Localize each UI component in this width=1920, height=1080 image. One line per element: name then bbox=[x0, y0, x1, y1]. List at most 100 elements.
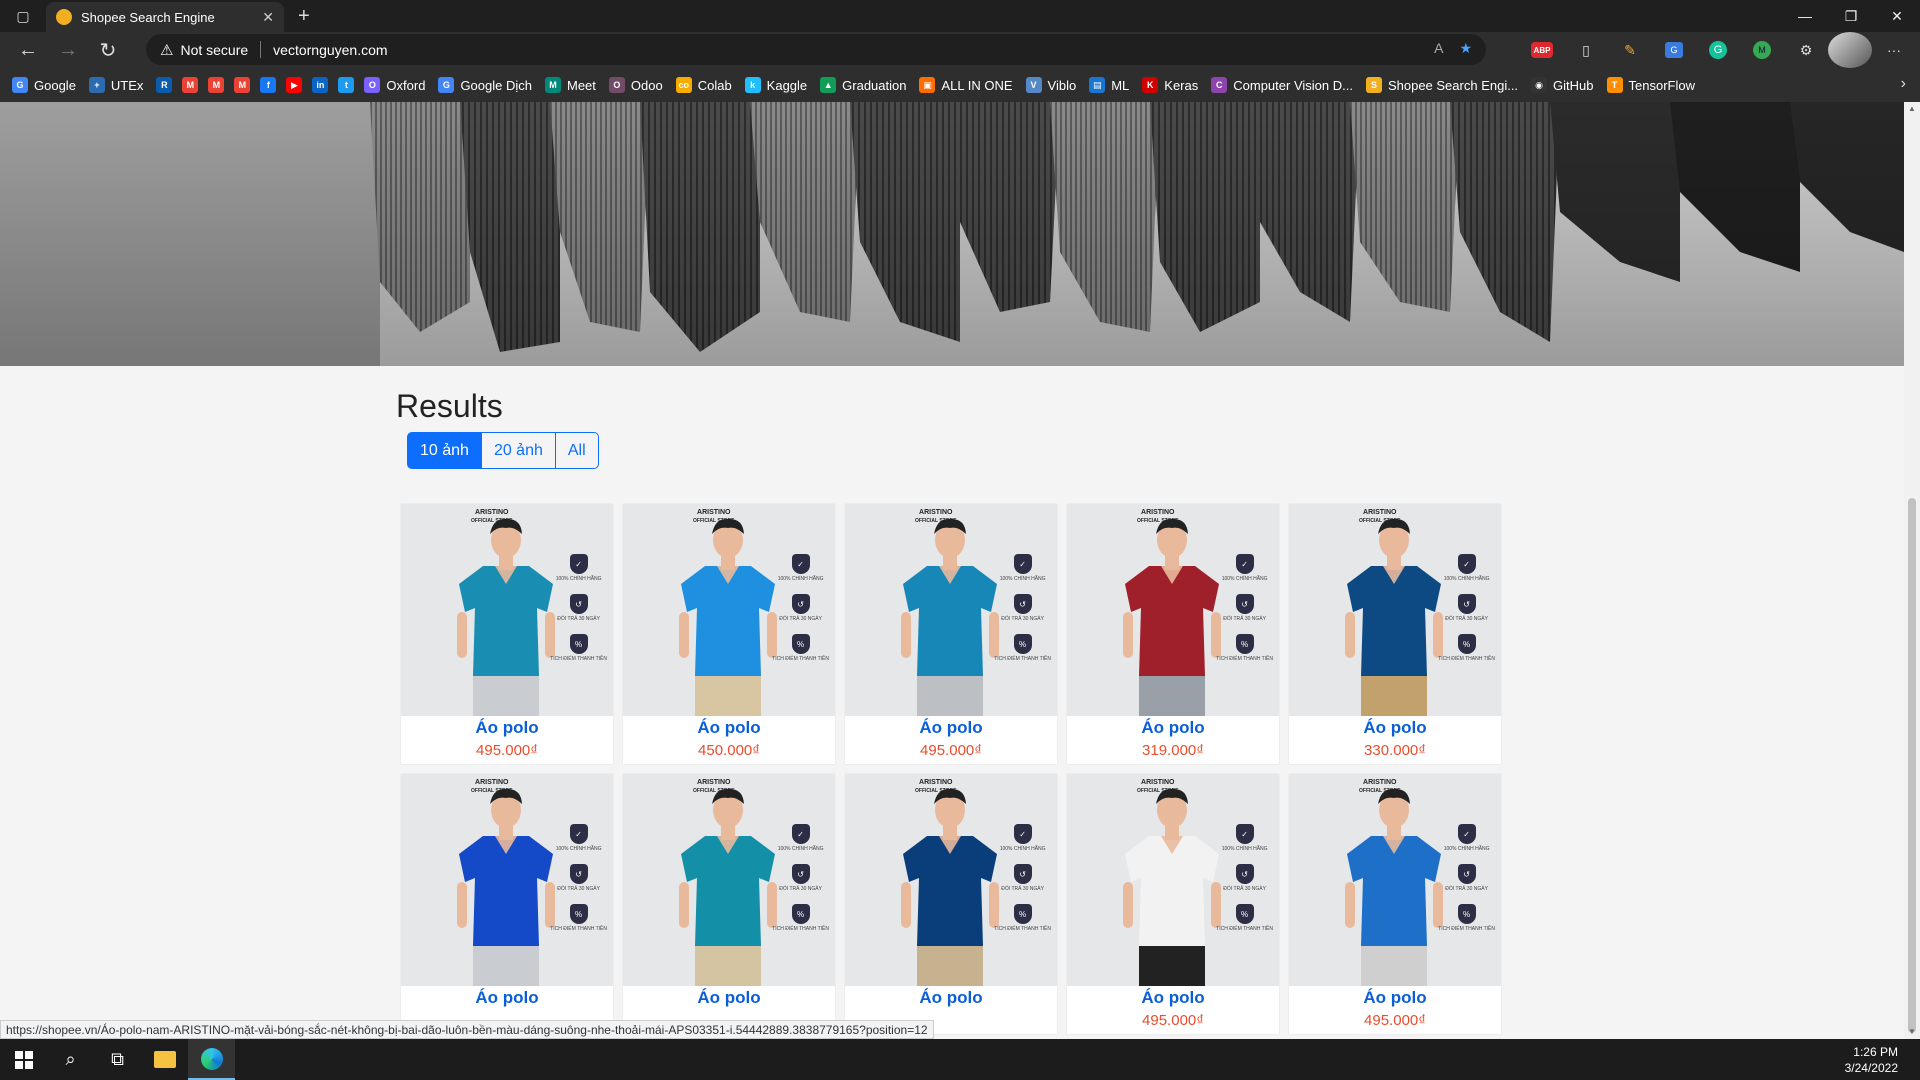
bookmark-item[interactable]: K Keras bbox=[1142, 77, 1198, 93]
adblock-extension[interactable]: ABP bbox=[1520, 32, 1564, 68]
product-name[interactable]: Áo polo bbox=[697, 718, 760, 738]
product-name[interactable]: Áo polo bbox=[1363, 718, 1426, 738]
product-card[interactable]: ARISTINO OFFICIAL STORE ✓ 100% CHÍNH HÃNG ↺ Đ… bbox=[401, 504, 613, 764]
product-image[interactable]: ARISTINO OFFICIAL STORE ✓ 100% CHÍNH HÃNG ↺ Đ… bbox=[623, 774, 835, 986]
minimize-icon[interactable]: — bbox=[1782, 0, 1828, 32]
filter-button[interactable]: 10 ảnh bbox=[407, 432, 482, 469]
product-image[interactable]: ARISTINO OFFICIAL STORE ✓ 100% CHÍNH HÃNG ↺ Đ… bbox=[401, 774, 613, 986]
search-icon[interactable]: ⌕ bbox=[47, 1039, 94, 1080]
product-card[interactable]: ARISTINO OFFICIAL STORE ✓ 100% CHÍNH HÃNG ↺ Đ… bbox=[845, 774, 1057, 1034]
favorite-star-icon[interactable]: ★ bbox=[1459, 40, 1472, 57]
bookmark-item[interactable]: M bbox=[182, 77, 199, 93]
bookmark-item[interactable]: V Viblo bbox=[1025, 77, 1076, 93]
phone-extension-icon[interactable]: ▯ bbox=[1564, 32, 1608, 68]
bookmark-item[interactable]: ▲ Graduation bbox=[820, 77, 906, 93]
bookmark-item[interactable]: G Google Dịch bbox=[438, 77, 532, 93]
product-image[interactable]: ARISTINO OFFICIAL STORE ✓ 100% CHÍNH HÃNG ↺ Đ… bbox=[845, 774, 1057, 986]
product-image[interactable]: ARISTINO OFFICIAL STORE ✓ 100% CHÍNH HÃNG ↺ Đ… bbox=[623, 504, 835, 716]
product-image[interactable]: ARISTINO OFFICIAL STORE ✓ 100% CHÍNH HÃNG ↺ Đ… bbox=[1067, 504, 1279, 716]
product-name[interactable]: Áo polo bbox=[1363, 988, 1426, 1008]
product-image[interactable]: ARISTINO OFFICIAL STORE ✓ 100% CHÍNH HÃNG ↺ Đ… bbox=[1289, 504, 1501, 716]
forward-icon[interactable]: → bbox=[48, 34, 88, 66]
bookmark-item[interactable]: t bbox=[338, 77, 355, 93]
product-image[interactable]: ARISTINO OFFICIAL STORE ✓ 100% CHÍNH HÃNG ↺ Đ… bbox=[845, 504, 1057, 716]
bookmark-item[interactable]: C Computer Vision D... bbox=[1211, 77, 1353, 93]
product-name[interactable]: Áo polo bbox=[475, 988, 538, 1008]
bookmark-item[interactable]: R bbox=[156, 77, 173, 93]
bookmark-item[interactable]: k Kaggle bbox=[744, 77, 808, 93]
adblock-icon: ABP bbox=[1531, 42, 1553, 58]
restore-icon[interactable]: ❐ bbox=[1828, 0, 1874, 32]
more-menu-icon[interactable]: ··· bbox=[1872, 32, 1916, 68]
bookmark-label: Kaggle bbox=[766, 77, 808, 93]
bookmarks-overflow-icon[interactable]: › bbox=[1901, 75, 1906, 93]
url-text[interactable]: vectornguyen.com bbox=[273, 42, 387, 58]
scroll-down-icon[interactable]: ▼ bbox=[1908, 1027, 1916, 1036]
store-badges: ✓ 100% CHÍNH HÃNG ↺ ĐỔI TRẢ 30 NGÀY% TÍCH ĐI… bbox=[1216, 554, 1273, 662]
bookmark-item[interactable]: ▣ ALL IN ONE bbox=[919, 77, 1013, 93]
product-card[interactable]: ARISTINO OFFICIAL STORE ✓ 100% CHÍNH HÃNG ↺ Đ… bbox=[623, 774, 835, 1034]
product-card[interactable]: ARISTINO OFFICIAL STORE ✓ 100% CHÍNH HÃNG ↺ Đ… bbox=[1067, 504, 1279, 764]
bookmark-item[interactable]: ▶ bbox=[286, 77, 303, 93]
extensions-area: ABP ▯ ✎ G G M ⚙ ··· bbox=[1520, 32, 1916, 68]
product-image[interactable]: ARISTINO OFFICIAL STORE ✓ 100% CHÍNH HÃNG ↺ Đ… bbox=[1067, 774, 1279, 986]
bookmark-item[interactable]: + UTEx bbox=[88, 77, 143, 93]
product-name[interactable]: Áo polo bbox=[919, 718, 982, 738]
file-explorer-button[interactable] bbox=[141, 1039, 188, 1080]
m-extension[interactable]: M bbox=[1740, 32, 1784, 68]
bookmark-item[interactable]: M bbox=[234, 77, 251, 93]
profile-button[interactable] bbox=[1828, 32, 1872, 68]
scroll-up-icon[interactable]: ▲ bbox=[1908, 104, 1916, 113]
new-tab-button[interactable]: + bbox=[298, 5, 310, 28]
product-image[interactable]: ARISTINO OFFICIAL STORE ✓ 100% CHÍNH HÃNG ↺ Đ… bbox=[1289, 774, 1501, 986]
start-button[interactable] bbox=[0, 1039, 47, 1080]
grammarly-extension[interactable]: G bbox=[1696, 32, 1740, 68]
translate-extension[interactable]: G bbox=[1652, 32, 1696, 68]
reload-icon[interactable]: ↻ bbox=[88, 34, 128, 66]
product-card[interactable]: ARISTINO OFFICIAL STORE ✓ 100% CHÍNH HÃNG ↺ Đ… bbox=[623, 504, 835, 764]
product-name[interactable]: Áo polo bbox=[697, 988, 760, 1008]
product-name[interactable]: Áo polo bbox=[919, 988, 982, 1008]
product-name[interactable]: Áo polo bbox=[1141, 988, 1204, 1008]
bookmark-item[interactable]: ▤ ML bbox=[1089, 77, 1129, 93]
page-scrollbar[interactable]: ▲ ▼ bbox=[1904, 102, 1920, 1039]
edge-taskbar-button[interactable] bbox=[188, 1039, 235, 1080]
extensions-puzzle-icon[interactable]: ⚙ bbox=[1784, 32, 1828, 68]
back-icon[interactable]: ← bbox=[8, 34, 48, 66]
pen-extension-icon[interactable]: ✎ bbox=[1608, 32, 1652, 68]
close-tab-icon[interactable]: ✕ bbox=[262, 9, 274, 26]
product-image[interactable]: ARISTINO OFFICIAL STORE ✓ 100% CHÍNH HÃNG ↺ Đ… bbox=[401, 504, 613, 716]
scrollbar-thumb[interactable] bbox=[1908, 498, 1916, 1033]
bookmark-item[interactable]: M Meet bbox=[544, 77, 596, 93]
warning-icon[interactable]: ⚠ bbox=[160, 41, 173, 59]
read-aloud-icon[interactable]: A bbox=[1434, 40, 1443, 57]
product-name[interactable]: Áo polo bbox=[1141, 718, 1204, 738]
bookmark-item[interactable]: co Colab bbox=[675, 77, 732, 93]
bookmark-item[interactable]: in bbox=[312, 77, 329, 93]
security-label[interactable]: Not secure bbox=[180, 42, 248, 58]
product-card[interactable]: ARISTINO OFFICIAL STORE ✓ 100% CHÍNH HÃNG ↺ Đ… bbox=[1067, 774, 1279, 1034]
bookmark-item[interactable]: G Google bbox=[12, 77, 76, 93]
product-card[interactable]: ARISTINO OFFICIAL STORE ✓ 100% CHÍNH HÃNG ↺ Đ… bbox=[401, 774, 613, 1034]
product-card[interactable]: ARISTINO OFFICIAL STORE ✓ 100% CHÍNH HÃNG ↺ Đ… bbox=[1289, 504, 1501, 764]
address-bar[interactable]: ⚠ Not secure vectornguyen.com A ★ bbox=[146, 34, 1486, 65]
bookmark-item[interactable]: ◉ GitHub bbox=[1531, 77, 1594, 93]
product-card[interactable]: ARISTINO OFFICIAL STORE ✓ 100% CHÍNH HÃNG ↺ Đ… bbox=[1289, 774, 1501, 1034]
bookmark-item[interactable]: O Odoo bbox=[608, 77, 663, 93]
tab-shopee-search-engine[interactable]: Shopee Search Engine ✕ bbox=[46, 2, 284, 32]
close-window-icon[interactable]: ✕ bbox=[1874, 0, 1920, 32]
product-name[interactable]: Áo polo bbox=[475, 718, 538, 738]
system-clock[interactable]: 1:26 PM 3/24/2022 bbox=[1845, 1044, 1898, 1076]
filter-button[interactable]: 20 ảnh bbox=[480, 432, 556, 469]
bookmark-item[interactable]: S Shopee Search Engi... bbox=[1365, 77, 1518, 93]
bookmark-item[interactable]: f bbox=[260, 77, 277, 93]
filter-button[interactable]: All bbox=[554, 432, 599, 469]
shield-icon: ✓ bbox=[569, 554, 588, 574]
bookmark-item[interactable]: O Oxford bbox=[364, 77, 425, 93]
product-card[interactable]: ARISTINO OFFICIAL STORE ✓ 100% CHÍNH HÃNG ↺ Đ… bbox=[845, 504, 1057, 764]
badge-caption: TÍCH ĐIỂM THANH TIỀN bbox=[772, 926, 829, 932]
bookmark-item[interactable]: T TensorFlow bbox=[1606, 77, 1695, 93]
bookmark-item[interactable]: M bbox=[208, 77, 225, 93]
tab-actions-icon[interactable]: ▢ bbox=[0, 0, 46, 32]
task-view-icon[interactable]: ⧉ bbox=[94, 1039, 141, 1080]
